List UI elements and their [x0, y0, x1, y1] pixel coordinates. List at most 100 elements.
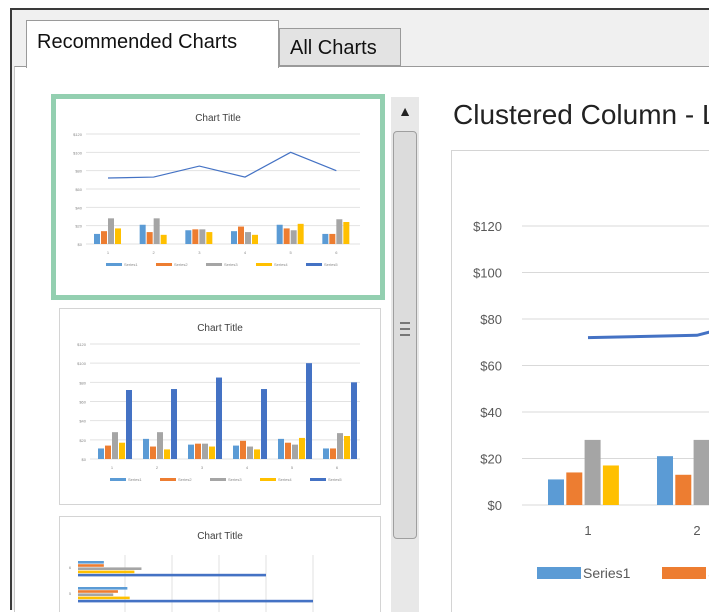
- x-tick-label: 4: [246, 465, 249, 470]
- y-tick-label: 6: [69, 565, 72, 570]
- x-tick-label: 1: [584, 523, 591, 538]
- recommended-charts-panel: Chart Title $0 $20 $40 $60 $80 $100 $120 1 2 3 4 5 6 S…: [14, 66, 709, 612]
- legend-label: Series3: [224, 262, 238, 267]
- bar: [164, 449, 170, 459]
- legend-swatch: [110, 478, 126, 481]
- bar: [238, 226, 244, 244]
- legend-swatch: [537, 567, 581, 579]
- bar: [336, 219, 343, 244]
- bar: [115, 228, 121, 244]
- bar: [276, 224, 283, 244]
- preview-chart-title: Clustered Column - Line: [453, 99, 709, 130]
- bar: [343, 222, 350, 244]
- bar: [278, 438, 284, 459]
- x-tick-label: 3: [201, 465, 204, 470]
- legend-swatch: [306, 263, 322, 266]
- legend-label: Series5: [328, 477, 342, 482]
- bar: [285, 442, 291, 459]
- y-tick-label: $40: [79, 419, 86, 424]
- legend-swatch: [206, 263, 222, 266]
- legend-swatch: [156, 263, 172, 266]
- y-tick-label: $80: [480, 312, 502, 327]
- y-tick-label: $120: [73, 132, 83, 137]
- x-tick-label: 3: [198, 250, 201, 255]
- y-tick-label: $20: [75, 224, 82, 229]
- tab-bar: Recommended Charts All Charts: [12, 10, 709, 68]
- bar: [199, 229, 206, 244]
- x-tick-label: 1: [111, 465, 114, 470]
- y-tick-label: $100: [473, 266, 502, 281]
- chart-preview: $0$20$40$60$80$100$120123456Series1Serie…: [451, 150, 709, 612]
- bar: [322, 233, 329, 244]
- bar: [306, 363, 312, 459]
- y-tick-label: $40: [480, 405, 502, 420]
- bar: [245, 232, 251, 244]
- bar: [297, 223, 304, 244]
- y-tick-label: $60: [480, 359, 502, 374]
- bar-series3: [584, 439, 601, 505]
- chart-thumbnail-combo[interactable]: Chart Title $0 $20 $40 $60 $80 $100 $120 1 2 3 4 5 6 S…: [51, 94, 385, 300]
- legend-swatch: [160, 478, 176, 481]
- bar: [105, 445, 111, 459]
- bar: [290, 230, 297, 244]
- scroll-thumb[interactable]: [393, 131, 417, 539]
- bar: [78, 573, 266, 577]
- x-tick-label: 5: [290, 250, 293, 255]
- thumbnail-title: Chart Title: [197, 531, 243, 542]
- legend-swatch: [310, 478, 326, 481]
- bar: [195, 443, 201, 459]
- tab-recommended-charts[interactable]: Recommended Charts: [26, 20, 279, 68]
- y-tick-label: $40: [75, 205, 82, 210]
- bar-series1: [657, 456, 673, 505]
- x-tick-label: 4: [244, 250, 247, 255]
- y-tick-label: 5: [69, 591, 72, 596]
- line-series5: [587, 330, 709, 340]
- legend-label: Series1: [128, 477, 142, 482]
- bar: [247, 446, 253, 459]
- chart-dialog: Recommended Charts All Charts Chart Titl…: [10, 8, 709, 612]
- bar: [112, 432, 118, 459]
- bar: [94, 233, 100, 244]
- bar: [78, 564, 104, 567]
- y-tick-label: $100: [77, 361, 87, 366]
- bar: [98, 448, 104, 459]
- bar: [157, 432, 163, 459]
- y-tick-label: $20: [480, 452, 502, 467]
- legend-label: Series1: [583, 565, 631, 581]
- thumbnail-scrollbar[interactable]: ▲: [391, 97, 419, 612]
- bar: [78, 593, 114, 596]
- scroll-up-arrow-icon[interactable]: ▲: [391, 97, 419, 125]
- y-tick-label: $120: [77, 342, 87, 347]
- bar: [185, 230, 192, 244]
- legend-swatch: [662, 567, 706, 579]
- bar: [206, 232, 213, 244]
- legend-swatch: [106, 263, 122, 266]
- bar: [150, 446, 156, 459]
- legend-label: Series4: [278, 477, 292, 482]
- x-tick-label: 2: [693, 523, 700, 538]
- bar: [330, 448, 336, 459]
- tab-all-charts[interactable]: All Charts: [279, 28, 401, 66]
- x-tick-label: 2: [153, 250, 156, 255]
- bar: [344, 436, 350, 459]
- bar: [78, 567, 142, 570]
- bar-series2: [566, 472, 583, 505]
- chart-thumbnail-clustered-column[interactable]: Chart Title $0 $20 $40 $60 $80 $100 $120 1 2 3 4 5 6 S…: [59, 308, 381, 505]
- bar-series3: [693, 439, 709, 505]
- bar: [101, 231, 107, 244]
- bar: [78, 596, 130, 600]
- bar: [78, 590, 118, 593]
- bar: [78, 599, 313, 603]
- y-tick-label: $80: [79, 380, 86, 385]
- bar: [323, 448, 329, 459]
- bar: [299, 437, 305, 459]
- bar-series1: [548, 479, 564, 505]
- bar: [292, 444, 298, 459]
- legend-swatch: [260, 478, 276, 481]
- bar: [139, 224, 146, 244]
- legend-swatch: [256, 263, 272, 266]
- x-tick-label: 1: [107, 250, 110, 255]
- bar: [160, 234, 167, 244]
- chart-thumbnail-clustered-bar[interactable]: Chart Title654: [59, 516, 381, 612]
- bar: [233, 445, 239, 459]
